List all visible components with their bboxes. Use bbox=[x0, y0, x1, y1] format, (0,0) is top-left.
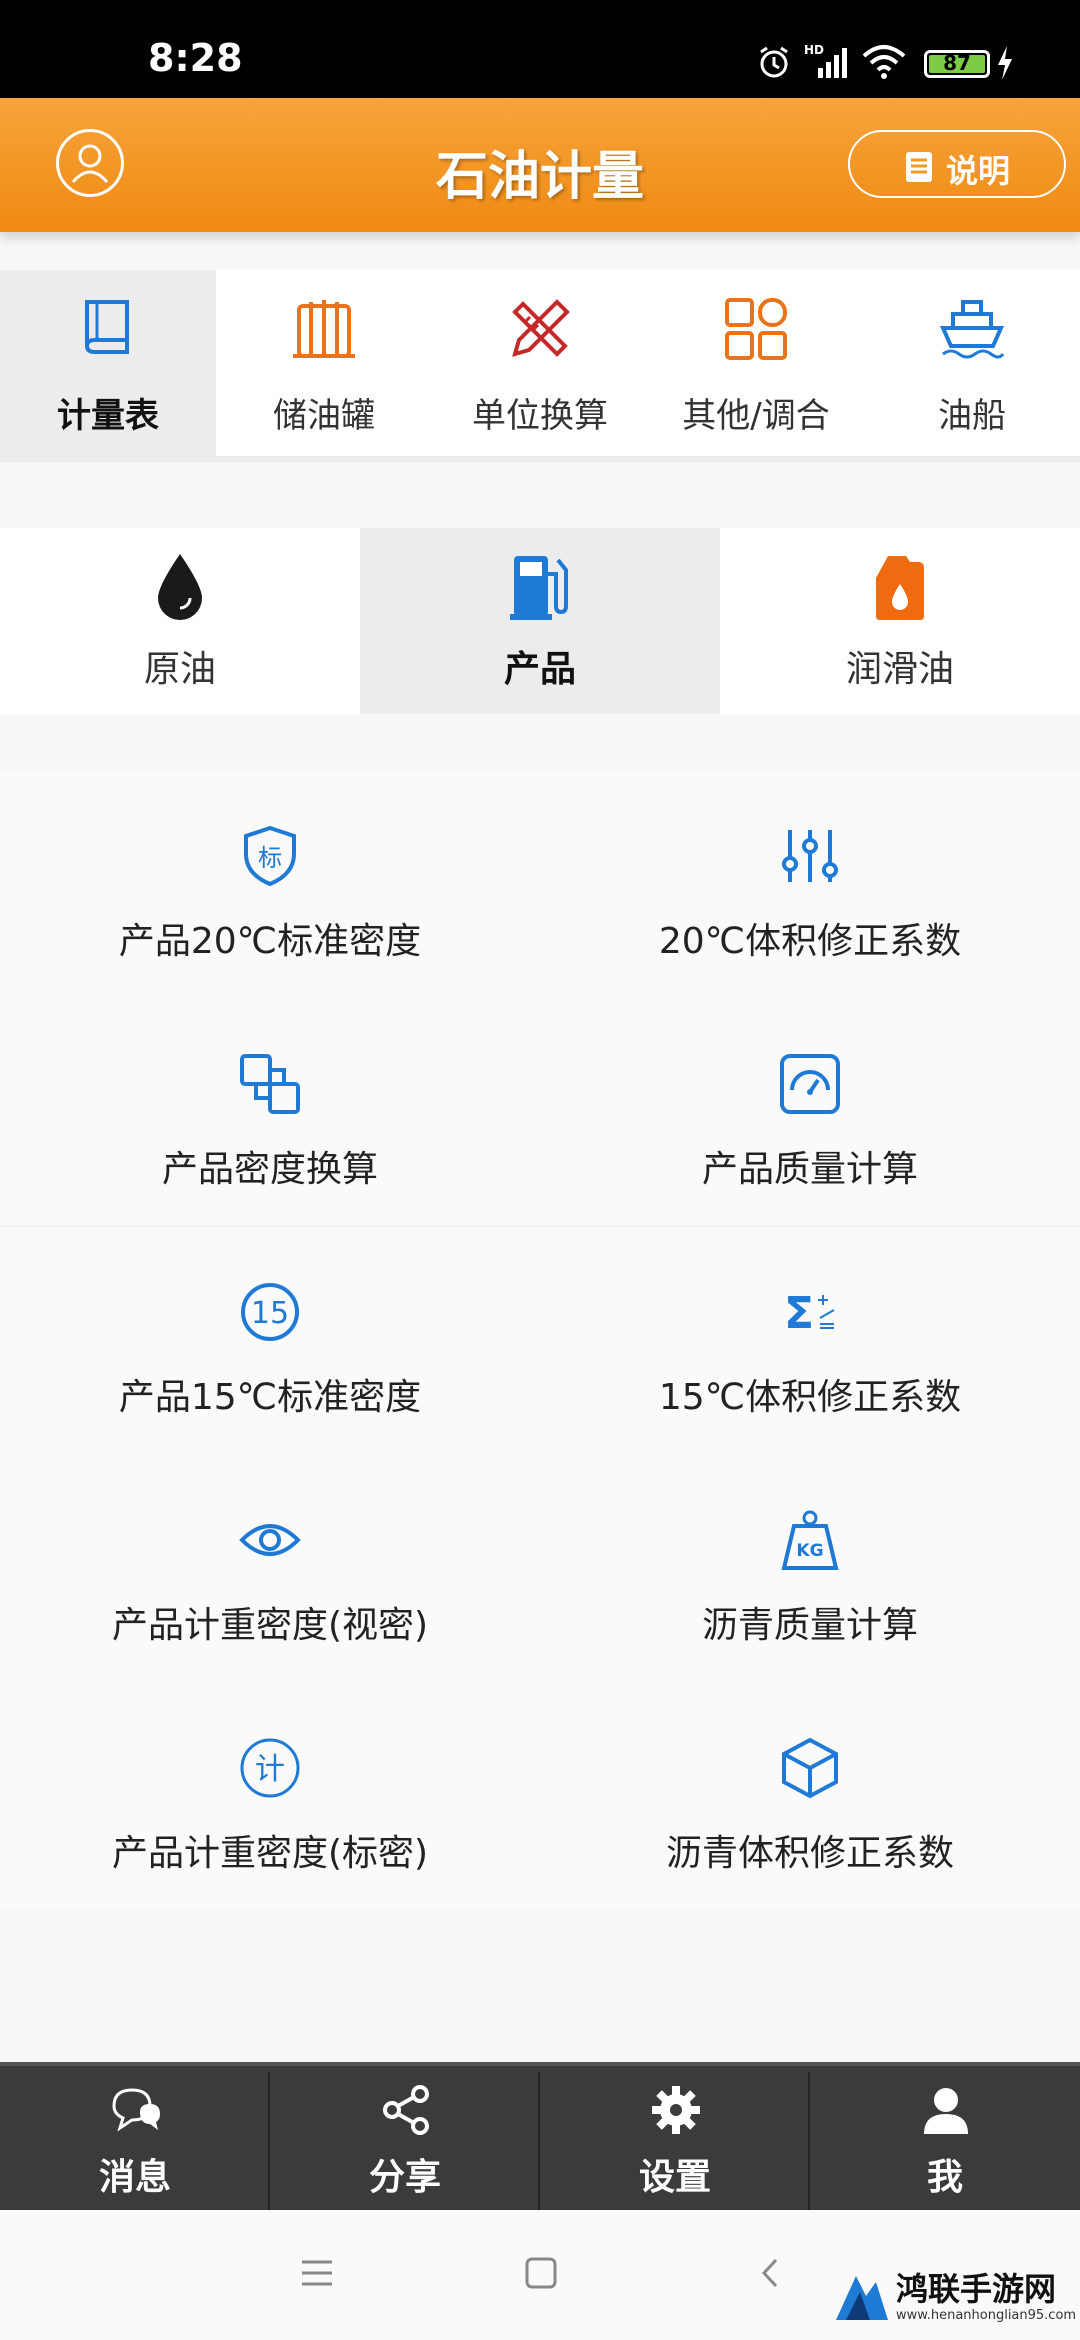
help-label: 说明 bbox=[946, 152, 1011, 190]
category-tab-meter-table[interactable]: 计量表 bbox=[0, 270, 216, 462]
status-bar: 8:28 HD 87 bbox=[0, 0, 1080, 98]
function-grid: 标 产品20℃标准密度 20℃体积修正系数 产品密度换算 产品质量计算 15 产… bbox=[0, 770, 1080, 1910]
category-label: 计量表 bbox=[57, 396, 159, 436]
function-label: 产品质量计算 bbox=[701, 1149, 918, 1190]
function-item-20c-volume-correction[interactable]: 20℃体积修正系数 bbox=[540, 770, 1080, 998]
category-tab-unit-conversion[interactable]: 单位换算 bbox=[432, 270, 648, 462]
function-item-standard-density[interactable]: 计 产品计重密度(标密) bbox=[0, 1682, 540, 1910]
category-tab-tank[interactable]: 储油罐 bbox=[216, 270, 432, 462]
tank-icon bbox=[293, 300, 355, 358]
hd-signal-icon: HD bbox=[804, 43, 847, 78]
app-header: 石油计量 说明 bbox=[0, 98, 1080, 232]
fuel-pump-icon bbox=[510, 556, 568, 620]
category-label: 储油罐 bbox=[273, 396, 375, 436]
shield-standard-icon: 标 bbox=[244, 825, 296, 887]
type-label: 原油 bbox=[143, 649, 216, 690]
top-category-bar: 计量表 储油罐 单位换算 其他/调合 油船 bbox=[0, 270, 1080, 462]
function-item-15c-volume-correction[interactable]: Σ 15℃体积修正系数 bbox=[540, 1226, 1080, 1454]
document-icon bbox=[906, 152, 932, 182]
category-label: 单位换算 bbox=[472, 396, 608, 436]
kg-glyph: KG bbox=[796, 1541, 823, 1561]
category-tab-other-blend[interactable]: 其他/调合 bbox=[648, 270, 864, 462]
type-label: 产品 bbox=[503, 649, 576, 690]
category-label: 油船 bbox=[938, 396, 1006, 436]
sliders-icon bbox=[782, 830, 838, 882]
function-label: 产品20℃标准密度 bbox=[118, 921, 422, 962]
tab-label: 设置 bbox=[638, 2157, 711, 2198]
convert-squares-icon bbox=[240, 1054, 300, 1114]
person-icon bbox=[924, 2088, 968, 2134]
chat-icon bbox=[112, 2088, 160, 2132]
type-tab-lubricant[interactable]: 润滑油 bbox=[720, 528, 1080, 714]
wifi-icon bbox=[862, 45, 906, 79]
tab-label: 分享 bbox=[368, 2157, 441, 2198]
type-tab-product[interactable]: 产品 bbox=[360, 528, 720, 714]
eye-icon bbox=[239, 1524, 301, 1556]
ship-icon bbox=[939, 300, 1005, 359]
watermark-logo-icon bbox=[836, 2276, 888, 2320]
watermark-text: 鸿联手游网 bbox=[896, 2270, 1057, 2308]
tab-share[interactable]: 分享 bbox=[270, 2066, 540, 2214]
svg-text:HD: HD bbox=[804, 43, 824, 57]
function-item-apparent-density[interactable]: 产品计重密度(视密) bbox=[0, 1454, 540, 1682]
alarm-icon bbox=[760, 46, 788, 78]
circle-15-icon: 15 bbox=[241, 1283, 299, 1341]
function-item-product-density-conversion[interactable]: 产品密度换算 bbox=[0, 998, 540, 1226]
oil-can-icon bbox=[876, 556, 924, 620]
help-button[interactable]: 说明 bbox=[848, 130, 1066, 198]
ruler-pencil-icon bbox=[512, 299, 570, 357]
function-label: 产品计重密度(标密) bbox=[111, 1833, 429, 1874]
ji-glyph: 计 bbox=[255, 1752, 285, 1787]
back-icon[interactable] bbox=[754, 2256, 788, 2290]
circle-glyph: 15 bbox=[251, 1296, 289, 1331]
cube-icon bbox=[782, 1737, 838, 1799]
gauge-icon bbox=[780, 1054, 840, 1114]
function-label: 沥青体积修正系数 bbox=[665, 1833, 954, 1874]
function-item-asphalt-mass-calc[interactable]: KG 沥青质量计算 bbox=[540, 1454, 1080, 1682]
category-tab-ship[interactable]: 油船 bbox=[864, 270, 1080, 462]
battery-level: 87 bbox=[943, 51, 971, 75]
book-icon bbox=[85, 300, 129, 354]
function-label: 20℃体积修正系数 bbox=[658, 921, 962, 962]
type-label: 润滑油 bbox=[845, 649, 954, 690]
tab-label: 消息 bbox=[98, 2157, 171, 2198]
function-item-product-20c-density[interactable]: 标 产品20℃标准密度 bbox=[0, 770, 540, 998]
battery-icon: 87 bbox=[924, 50, 990, 78]
function-item-product-15c-density[interactable]: 15 产品15℃标准密度 bbox=[0, 1226, 540, 1454]
function-item-asphalt-volume-correction[interactable]: 沥青体积修正系数 bbox=[540, 1682, 1080, 1910]
gear-icon bbox=[652, 2086, 700, 2134]
tab-settings[interactable]: 设置 bbox=[540, 2066, 810, 2214]
shield-glyph: 标 bbox=[258, 844, 282, 872]
tab-messages[interactable]: 消息 bbox=[0, 2066, 270, 2214]
function-label: 沥青质量计算 bbox=[701, 1605, 918, 1646]
status-time: 8:28 bbox=[148, 36, 243, 80]
bottom-tab-bar: 消息 分享 设置 我 bbox=[0, 2062, 1080, 2212]
sigma-glyph: Σ bbox=[784, 1288, 814, 1339]
grid-icon bbox=[725, 298, 787, 360]
circle-ji-icon: 计 bbox=[240, 1738, 300, 1798]
home-icon[interactable] bbox=[524, 2256, 558, 2290]
menu-icon[interactable] bbox=[300, 2256, 334, 2290]
function-label: 15℃体积修正系数 bbox=[658, 1377, 962, 1418]
oil-drop-icon bbox=[158, 554, 202, 620]
product-type-bar: 原油 产品 润滑油 bbox=[0, 528, 1080, 714]
function-label: 产品计重密度(视密) bbox=[111, 1605, 429, 1646]
function-label: 产品密度换算 bbox=[161, 1149, 378, 1190]
share-icon bbox=[383, 2085, 429, 2135]
category-label: 其他/调合 bbox=[682, 396, 830, 436]
watermark: 鸿联手游网 www.henanhonglian95.com bbox=[832, 2262, 1076, 2334]
tab-me[interactable]: 我 bbox=[810, 2066, 1080, 2214]
type-tab-crude-oil[interactable]: 原油 bbox=[0, 528, 360, 714]
watermark-url: www.henanhonglian95.com bbox=[896, 2308, 1077, 2323]
function-item-product-mass-calc[interactable]: 产品质量计算 bbox=[540, 998, 1080, 1226]
tab-label: 我 bbox=[926, 2157, 963, 2198]
function-label: 产品15℃标准密度 bbox=[118, 1377, 422, 1418]
charging-icon bbox=[998, 46, 1012, 80]
kg-weight-icon: KG bbox=[781, 1510, 839, 1570]
sigma-icon: Σ bbox=[784, 1288, 835, 1339]
